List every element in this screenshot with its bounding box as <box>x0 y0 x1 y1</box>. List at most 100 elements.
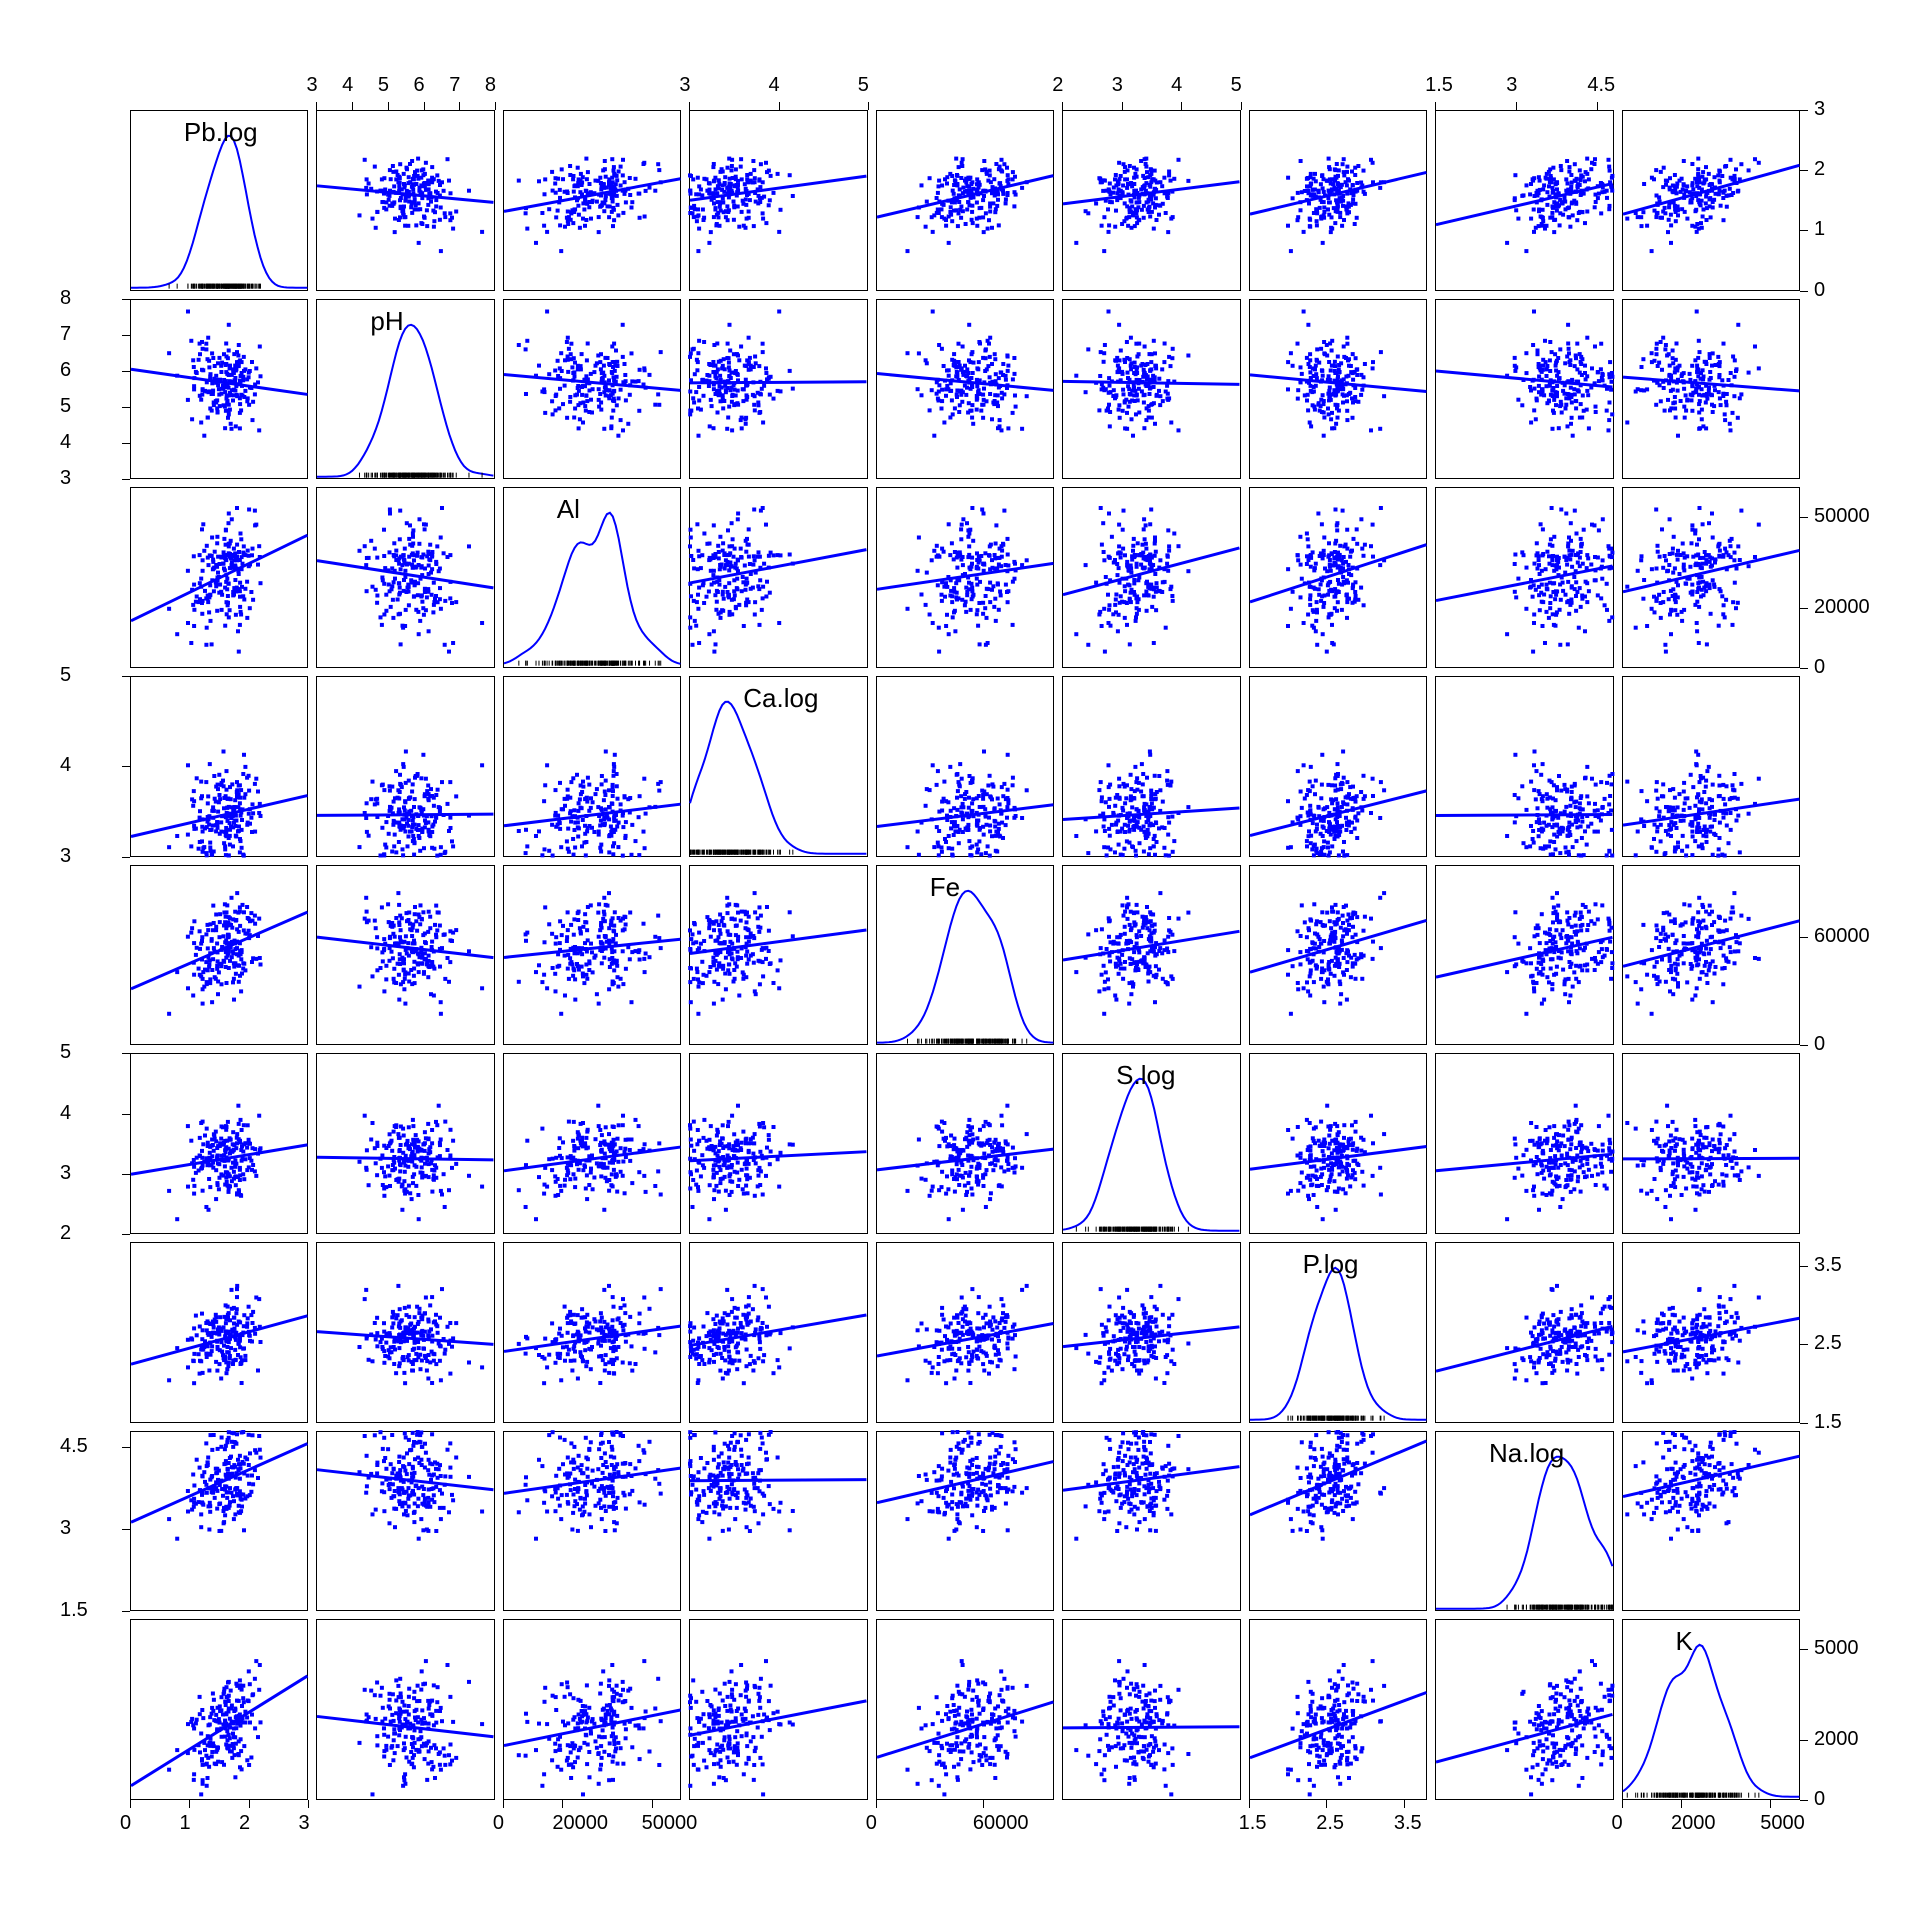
variable-label: Pb.log <box>184 117 258 148</box>
scatter-panel <box>503 110 681 291</box>
axis-tick-label: 3 <box>679 74 690 97</box>
axis-tick-label: 1 <box>1814 218 1825 241</box>
axis-tick-label: 2.5 <box>1316 1812 1344 1835</box>
axis-tick-label: 4 <box>342 74 353 97</box>
diagonal-panel: pH <box>316 299 494 480</box>
axis-tick-label: 3.5 <box>1394 1812 1422 1835</box>
axis-tick-label: 3 <box>60 1517 71 1540</box>
scatter-panel <box>1249 1053 1427 1234</box>
scatter-panel <box>689 1053 867 1234</box>
scatter-panel <box>503 299 681 480</box>
axis-tick <box>1062 102 1063 110</box>
axis-tick <box>1800 1423 1808 1424</box>
axis-tick <box>652 1800 653 1808</box>
axis-tick-label: 2 <box>239 1812 250 1835</box>
axis-tick-label: 2.5 <box>1814 1332 1842 1355</box>
axis-tick-label: 50000 <box>642 1812 698 1835</box>
axis-tick <box>1800 1740 1808 1741</box>
axis-tick-label: 5 <box>1231 74 1242 97</box>
axis-tick <box>1249 1800 1250 1808</box>
scatter-panel <box>876 1053 1054 1234</box>
axis-tick-label: 5 <box>378 74 389 97</box>
axis-tick <box>1800 668 1808 669</box>
variable-label: P.log <box>1303 1249 1359 1280</box>
variable-label: K <box>1675 1626 1692 1657</box>
axis-tick <box>1800 937 1808 938</box>
axis-tick-label: 2000 <box>1814 1728 1859 1751</box>
axis-tick-label: 60000 <box>973 1812 1029 1835</box>
scatter-panel <box>1249 487 1427 668</box>
axis-tick <box>495 102 496 110</box>
axis-tick-label: 5000 <box>1760 1812 1805 1835</box>
axis-tick-label: 50000 <box>1814 505 1870 528</box>
axis-tick <box>503 1800 504 1808</box>
axis-tick <box>1404 1800 1405 1808</box>
axis-tick <box>122 1529 130 1530</box>
axis-tick-label: 20000 <box>1814 596 1870 619</box>
scatter-panel <box>876 1619 1054 1800</box>
axis-tick <box>189 1800 190 1808</box>
axis-tick-label: 3 <box>1112 74 1123 97</box>
diagonal-panel: P.log <box>1249 1242 1427 1423</box>
diagonal-panel: Fe <box>876 865 1054 1046</box>
scatter-panel <box>130 676 308 857</box>
axis-tick <box>1800 1344 1808 1345</box>
variable-label: Na.log <box>1489 1438 1564 1469</box>
axis-tick-label: 5000 <box>1814 1637 1859 1660</box>
scatter-panel <box>316 676 494 857</box>
scatter-panel <box>503 676 681 857</box>
axis-tick <box>1597 102 1598 110</box>
axis-tick <box>1800 1649 1808 1650</box>
axis-tick <box>122 443 130 444</box>
scatter-panel <box>1062 1242 1240 1423</box>
axis-tick <box>983 1800 984 1808</box>
axis-tick <box>1800 1045 1808 1046</box>
scatter-panel <box>1622 865 1800 1046</box>
axis-tick <box>1770 1800 1771 1808</box>
axis-tick <box>122 676 130 677</box>
pairs-grid: Pb.logpHAlCa.logFeS.logP.logNa.logK <box>130 110 1800 1800</box>
axis-tick <box>1516 102 1517 110</box>
scatter-panel <box>130 865 308 1046</box>
scatter-panel <box>1062 1619 1240 1800</box>
scatter-panel <box>1435 1053 1613 1234</box>
scatter-panel <box>1062 865 1240 1046</box>
scatter-panel <box>503 1619 681 1800</box>
scatter-panel <box>689 865 867 1046</box>
axis-tick <box>122 857 130 858</box>
scatter-panel <box>1249 1619 1427 1800</box>
axis-tick <box>459 102 460 110</box>
scatter-panel <box>689 299 867 480</box>
axis-tick-label: 3 <box>298 1812 309 1835</box>
axis-tick-label: 6 <box>60 359 71 382</box>
scatter-panel <box>1435 110 1613 291</box>
scatter-panel <box>503 865 681 1046</box>
axis-tick-label: 7 <box>60 323 71 346</box>
scatterplot-matrix: { "chart_data": { "type": "scatterplot-m… <box>0 0 1920 1920</box>
axis-tick <box>779 102 780 110</box>
scatter-panel <box>689 1431 867 1612</box>
scatter-panel <box>1249 676 1427 857</box>
axis-tick <box>122 1611 130 1612</box>
axis-tick <box>1800 170 1808 171</box>
axis-tick-label: 3 <box>1814 98 1825 121</box>
axis-tick-label: 1.5 <box>1425 74 1453 97</box>
axis-tick <box>352 102 353 110</box>
axis-tick-label: 4 <box>60 431 71 454</box>
scatter-panel <box>689 1619 867 1800</box>
scatter-panel <box>316 1619 494 1800</box>
axis-tick-label: 2 <box>1052 74 1063 97</box>
axis-tick <box>876 1800 877 1808</box>
axis-tick <box>1622 1800 1623 1808</box>
scatter-panel <box>876 1242 1054 1423</box>
variable-label: S.log <box>1116 1060 1175 1091</box>
scatter-panel <box>1249 110 1427 291</box>
axis-tick <box>1326 1800 1327 1808</box>
scatter-panel <box>876 487 1054 668</box>
axis-tick-label: 6 <box>414 74 425 97</box>
axis-tick-label: 3.5 <box>1814 1254 1842 1277</box>
scatter-panel <box>1062 110 1240 291</box>
axis-tick-label: 3 <box>60 467 71 490</box>
axis-tick-label: 0 <box>1612 1812 1623 1835</box>
diagonal-panel: Al <box>503 487 681 668</box>
